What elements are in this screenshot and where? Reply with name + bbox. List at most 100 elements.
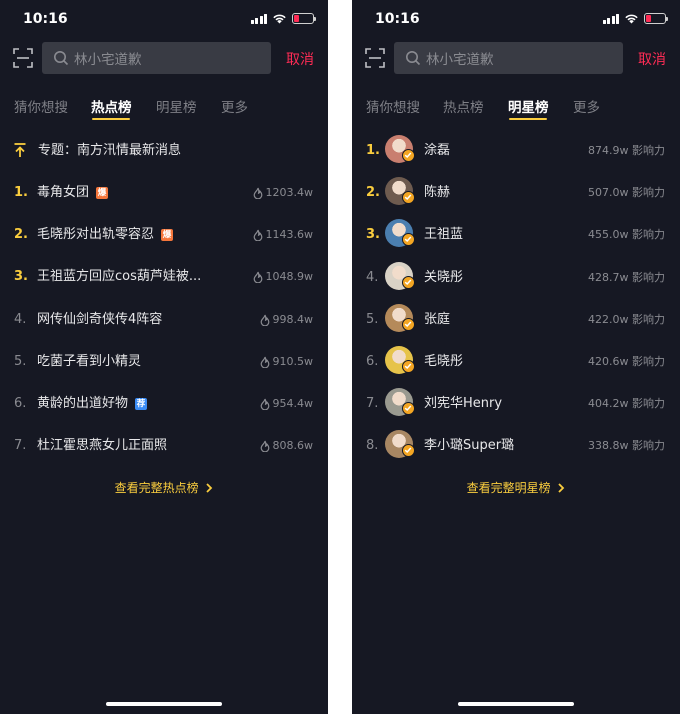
hot-tag-badge: 荐 <box>135 398 148 410</box>
rank-number: 5. <box>14 353 27 369</box>
hot-list-item[interactable]: 3. 王祖蓝方回应cos葫芦娃被... 1048.9w <box>0 268 328 310</box>
chevron-right-icon <box>558 483 565 493</box>
tab-bar: 猜你想搜 热点榜 明星榜 更多 <box>0 96 328 126</box>
battery-icon <box>292 13 316 24</box>
hot-list-item[interactable]: 1. 毒角女团爆 1203.4w <box>0 184 328 226</box>
flame-icon <box>253 187 262 199</box>
hot-item-title-text: 毛晓彤对出轨零容忍 <box>37 227 155 243</box>
view-full-hot-list-link[interactable]: 查看完整热点榜 <box>0 479 328 496</box>
heat-number: 1143.6w <box>265 228 314 242</box>
tab-hot-list[interactable]: 热点榜 <box>443 96 484 116</box>
status-bar: 10:16 <box>0 0 328 40</box>
hot-list-item[interactable]: 5. 吃菌子看到小精灵 910.5w <box>0 353 328 395</box>
hot-item-title-text: 王祖蓝方回应cos葫芦娃被... <box>37 269 202 285</box>
verified-badge-icon <box>402 402 415 416</box>
search-input[interactable]: 林小宅道歉 <box>42 42 271 74</box>
wifi-icon <box>625 14 638 24</box>
heat-number: 1203.4w <box>265 186 314 199</box>
rank-number: 4. <box>14 311 27 327</box>
star-name: 涂磊 <box>424 143 451 158</box>
tab-star-list[interactable]: 明星榜 <box>508 96 549 116</box>
tab-more[interactable]: 更多 <box>221 96 248 116</box>
rank-number: 1. <box>366 143 380 158</box>
hot-list-item[interactable]: 4. 网传仙剑奇侠传4阵容 998.4w <box>0 311 328 353</box>
home-indicator[interactable] <box>458 702 574 706</box>
tab-star-list[interactable]: 明星榜 <box>156 96 197 116</box>
tab-guess[interactable]: 猜你想搜 <box>366 96 420 116</box>
search-icon <box>406 51 421 66</box>
heat-number: 808.6w <box>272 439 314 453</box>
star-name: 李小璐Super璐 <box>424 438 515 454</box>
topic-item[interactable]: 专题：南方汛情最新消息 <box>0 142 328 184</box>
tab-guess[interactable]: 猜你想搜 <box>14 96 68 116</box>
hot-list-item[interactable]: 7. 杜江霍思燕女儿正面照 808.6w <box>0 437 328 479</box>
heat-value: 1143.6w <box>253 226 314 244</box>
search-row: 林小宅道歉 取消 <box>352 42 680 74</box>
rank-number: 8. <box>366 438 379 454</box>
rank-number: 7. <box>366 396 379 412</box>
rank-number: 2. <box>366 185 380 201</box>
cancel-button[interactable]: 取消 <box>286 49 314 69</box>
verified-badge-icon <box>402 444 415 458</box>
influence-score: 874.9w 影响力 <box>588 144 665 157</box>
search-input[interactable]: 林小宅道歉 <box>394 42 623 74</box>
hot-item-title-text: 杜江霍思燕女儿正面照 <box>37 438 168 454</box>
heat-number: 910.5w <box>272 354 314 368</box>
hot-item-title-text: 毒角女团 <box>37 185 90 200</box>
influence-score: 455.0w 影响力 <box>588 228 665 242</box>
flame-icon <box>260 398 269 410</box>
hot-list-item[interactable]: 2. 毛晓彤对出轨零容忍爆 1143.6w <box>0 226 328 268</box>
chevron-right-icon <box>206 483 213 493</box>
star-name: 刘宪华Henry <box>424 396 503 412</box>
heat-number: 954.4w <box>272 397 314 410</box>
hot-item-title-text: 网传仙剑奇侠传4阵容 <box>37 311 163 327</box>
status-time: 10:16 <box>375 11 420 27</box>
star-list-item[interactable]: 8. 李小璐Super璐 338.8w 影响力 <box>352 430 680 479</box>
view-full-star-list-link[interactable]: 查看完整明星榜 <box>352 479 680 496</box>
rank-number: 7. <box>14 438 27 454</box>
scan-icon[interactable] <box>365 48 385 68</box>
star-name: 陈赫 <box>424 185 451 201</box>
scan-icon[interactable] <box>13 48 33 68</box>
flame-icon <box>253 272 262 284</box>
flame-icon <box>260 314 269 326</box>
rank-number: 4. <box>366 269 379 285</box>
heat-number: 1048.9w <box>265 270 314 284</box>
flame-icon <box>253 229 262 242</box>
wifi-icon <box>273 14 286 24</box>
influence-score: 428.7w 影响力 <box>588 270 665 284</box>
verified-badge-icon <box>402 275 415 289</box>
hot-item-title: 杜江霍思燕女儿正面照 <box>37 437 167 455</box>
hot-tag-badge: 爆 <box>96 187 109 199</box>
view-full-star-list-label: 查看完整明星榜 <box>466 481 551 495</box>
rank-number: 1. <box>14 185 28 200</box>
cancel-button[interactable]: 取消 <box>638 49 666 69</box>
battery-icon <box>644 13 668 24</box>
status-bar: 10:16 <box>352 0 680 40</box>
hot-item-title: 黄龄的出道好物荐 <box>37 395 148 413</box>
influence-score: 338.8w 影响力 <box>588 439 665 453</box>
signal-icon <box>602 13 619 24</box>
heat-value: 1048.9w <box>253 268 314 286</box>
rank-number: 2. <box>14 227 28 243</box>
status-icons <box>250 13 316 24</box>
heat-number: 998.4w <box>272 312 314 326</box>
influence-score: 404.2w 影响力 <box>588 397 665 411</box>
rank-number: 6. <box>14 396 27 411</box>
hot-tag-badge: 爆 <box>161 229 174 242</box>
hot-item-title: 网传仙剑奇侠传4阵容 <box>37 311 162 329</box>
tab-hot-list[interactable]: 热点榜 <box>91 96 132 116</box>
star-name: 王祖蓝 <box>424 227 464 243</box>
hot-list-item[interactable]: 6. 黄龄的出道好物荐 954.4w <box>0 395 328 437</box>
star-name: 关晓彤 <box>424 269 464 285</box>
verified-badge-icon <box>402 233 415 247</box>
hot-item-title: 毒角女团爆 <box>37 184 109 202</box>
home-indicator[interactable] <box>106 702 222 706</box>
star-list-screen: 10:16 林小宅道歉 取消 猜你想搜 热点榜 明星榜 更多 1. 涂磊 874.9… <box>352 0 680 714</box>
active-tab-indicator <box>509 118 547 120</box>
hot-item-title-text: 黄龄的出道好物 <box>37 396 129 411</box>
flame-icon <box>260 440 269 453</box>
search-icon <box>54 51 69 66</box>
tab-more[interactable]: 更多 <box>573 96 600 116</box>
rank-number: 3. <box>14 269 28 285</box>
